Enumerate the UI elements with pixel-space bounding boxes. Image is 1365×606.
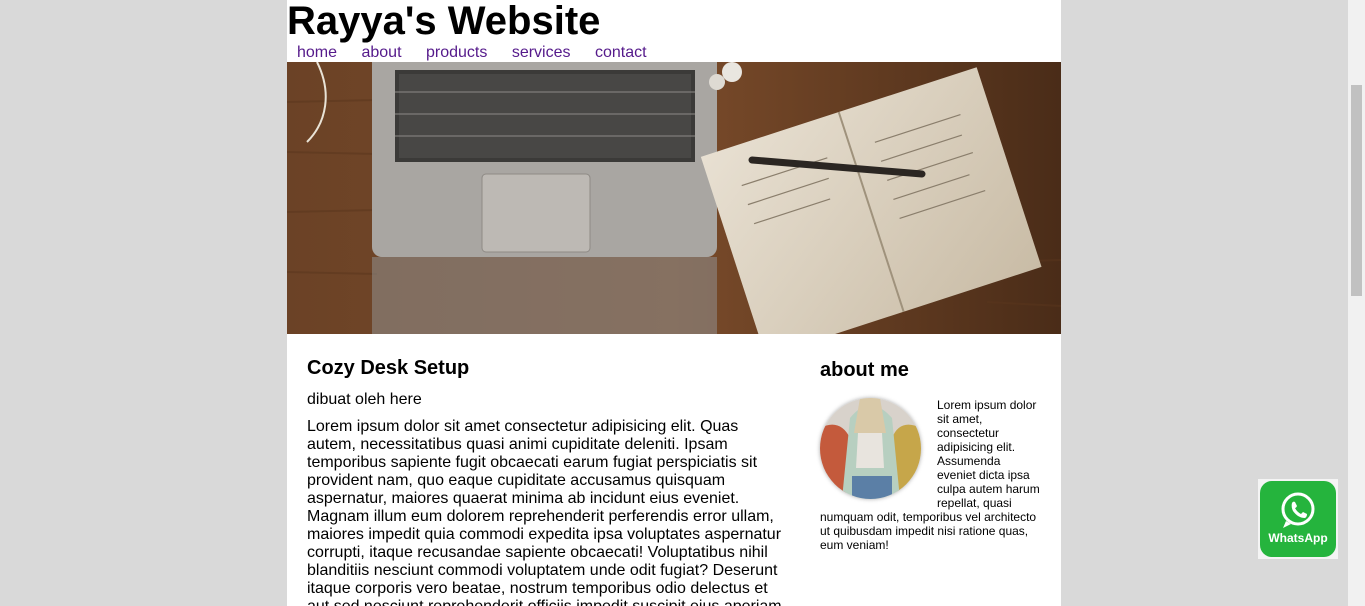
nav-services[interactable]: services (512, 44, 571, 61)
main-nav: home about products services contact (297, 43, 667, 63)
whatsapp-label: WhatsApp (1268, 531, 1328, 545)
whatsapp-icon (1281, 492, 1315, 528)
about-me-content: Lorem ipsum dolor sit amet, consectetur … (820, 398, 1042, 552)
scrollbar-thumb[interactable] (1351, 85, 1362, 296)
page-container: Rayya's Website home about products serv… (287, 0, 1061, 606)
about-me-title: about me (820, 359, 909, 381)
nav-about[interactable]: about (361, 44, 401, 61)
article-byline: dibuat oleh here (307, 391, 422, 408)
whatsapp-float-button[interactable]: WhatsApp (1258, 479, 1338, 559)
nav-home[interactable]: home (297, 44, 337, 61)
hero-image (287, 62, 1061, 334)
laptop-notebook-photo (287, 62, 1061, 334)
avatar (820, 398, 921, 499)
nav-products[interactable]: products (426, 44, 487, 61)
about-me-sidebar: about me Lorem ipsum dolor sit amet, con… (820, 354, 1042, 552)
main-article: Cozy Desk Setup dibuat oleh here Lorem i… (307, 352, 787, 606)
article-title: Cozy Desk Setup (307, 357, 470, 379)
article-body: Lorem ipsum dolor sit amet consectetur a… (307, 418, 786, 606)
whatsapp-button[interactable]: WhatsApp (1260, 481, 1336, 557)
nav-contact[interactable]: contact (595, 44, 647, 61)
profile-photo (820, 398, 921, 499)
page-scrollbar[interactable] (1348, 0, 1365, 606)
site-title: Rayya's Website (287, 0, 601, 43)
